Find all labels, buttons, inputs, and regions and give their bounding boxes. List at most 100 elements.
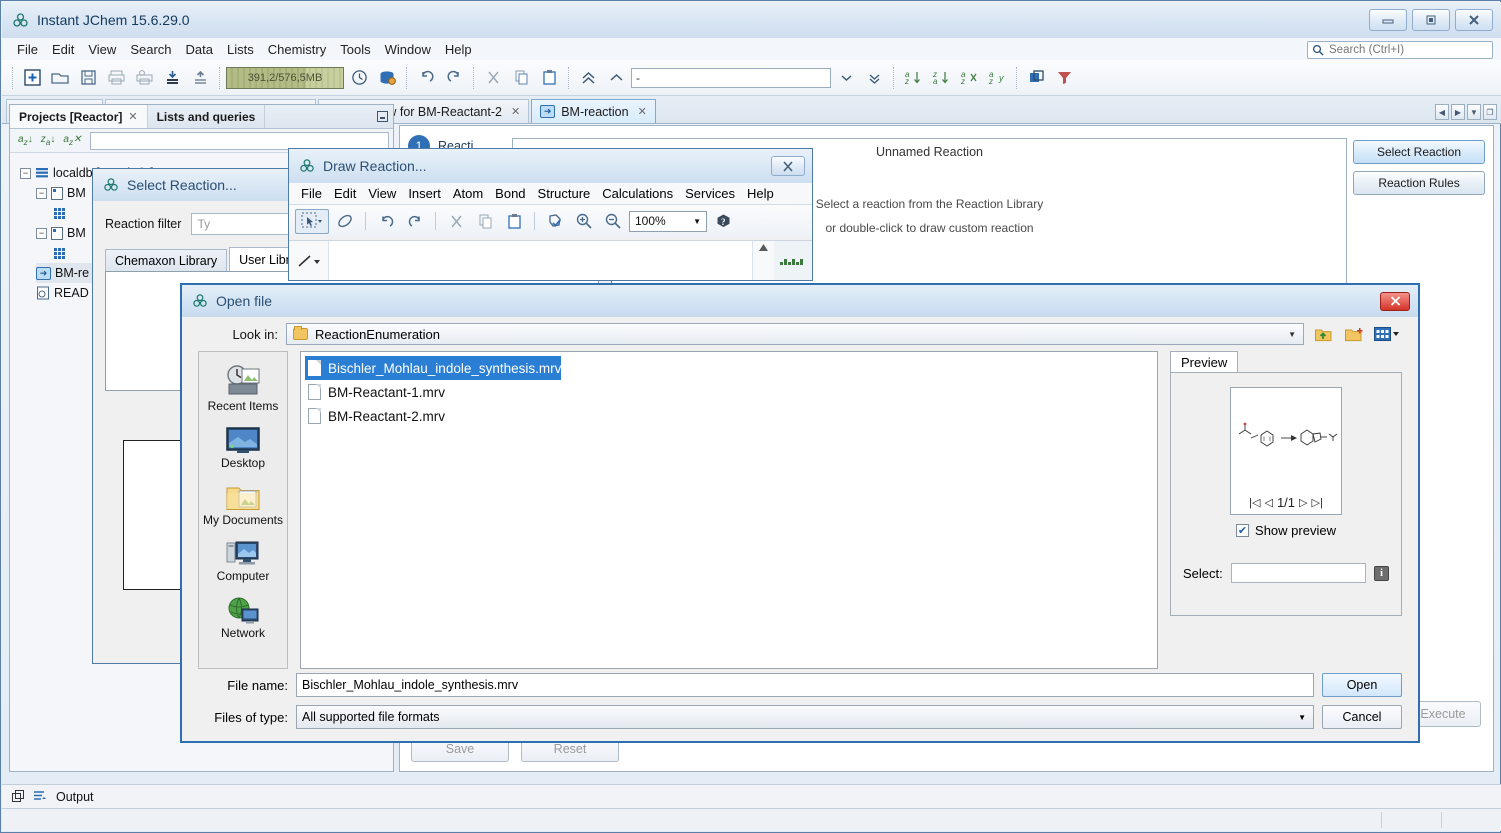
tab-list-icon[interactable]: ▼ <box>1467 104 1481 120</box>
draw-menu-structure[interactable]: Structure <box>532 184 597 203</box>
filter-icon[interactable] <box>1051 65 1077 91</box>
sort-clear-icon[interactable]: az <box>956 65 982 91</box>
draw-menu-help[interactable]: Help <box>741 184 780 203</box>
toolbar-combo[interactable]: - <box>631 68 831 88</box>
collapse-all-icon[interactable] <box>575 65 601 91</box>
print-icon[interactable] <box>103 65 129 91</box>
expand-down-icon[interactable] <box>861 65 887 91</box>
canvas-scrollbar[interactable] <box>752 241 774 280</box>
sort-custom-icon[interactable]: azy <box>984 65 1010 91</box>
menu-edit[interactable]: Edit <box>45 40 81 59</box>
undo-icon[interactable] <box>373 209 399 234</box>
minimize-button[interactable] <box>1369 9 1407 31</box>
close-icon[interactable]: ✕ <box>511 105 520 118</box>
global-search-input[interactable]: Search (Ctrl+I) <box>1307 41 1493 59</box>
look-in-select[interactable]: ReactionEnumeration ▼ <box>286 323 1304 345</box>
copy-icon[interactable] <box>472 209 498 234</box>
select-input[interactable] <box>1231 563 1366 583</box>
place-computer[interactable]: Computer <box>200 540 286 584</box>
sort-za-icon[interactable]: za <box>928 65 954 91</box>
place-recent-items[interactable]: Recent Items <box>200 362 286 414</box>
up-folder-icon[interactable] <box>1312 323 1334 345</box>
menu-chemistry[interactable]: Chemistry <box>261 40 334 59</box>
paste-icon[interactable] <box>501 209 527 234</box>
expander-icon[interactable]: − <box>36 228 47 239</box>
draw-menu-atom[interactable]: Atom <box>447 184 489 203</box>
select-reaction-button[interactable]: Select Reaction <box>1353 140 1485 164</box>
zoom-in-icon[interactable] <box>571 209 597 234</box>
file-row-0[interactable]: Bischler_Mohlau_indole_synthesis.mrv <box>305 356 561 380</box>
output-label[interactable]: Output <box>56 790 94 804</box>
close-icon[interactable]: ✕ <box>128 110 137 123</box>
expander-icon[interactable]: − <box>20 168 31 179</box>
clean-icon[interactable] <box>542 209 568 234</box>
menu-file[interactable]: File <box>10 40 45 59</box>
panel-tab-lists-queries[interactable]: Lists and queries <box>148 105 266 128</box>
open-icon[interactable] <box>47 65 73 91</box>
files-of-type-select[interactable]: All supported file formats ▼ <box>296 705 1314 729</box>
show-preview-checkbox[interactable]: ✔ <box>1236 524 1249 537</box>
draw-menu-calculations[interactable]: Calculations <box>596 184 679 203</box>
draw-canvas-surface[interactable] <box>329 241 752 280</box>
export-icon[interactable] <box>187 65 213 91</box>
zoom-level-select[interactable]: 100% ▼ <box>629 211 707 232</box>
draw-reaction-canvas-area[interactable] <box>289 240 812 280</box>
cancel-button[interactable]: Cancel <box>1322 705 1402 729</box>
new-icon[interactable] <box>19 65 45 91</box>
menu-window[interactable]: Window <box>378 40 438 59</box>
close-button[interactable] <box>771 156 805 176</box>
chevron-down-icon[interactable] <box>833 65 859 91</box>
draw-menu-bond[interactable]: Bond <box>489 184 531 203</box>
redo-icon[interactable] <box>402 209 428 234</box>
tab-scroll-right-icon[interactable]: ▶ <box>1451 104 1465 120</box>
print-preview-icon[interactable] <box>131 65 157 91</box>
place-network[interactable]: Network <box>200 597 286 641</box>
tab-preview[interactable]: Preview <box>1170 351 1238 372</box>
draw-menu-services[interactable]: Services <box>679 184 741 203</box>
panel-tab-projects[interactable]: Projects [Reactor] ✕ <box>10 105 148 128</box>
close-icon[interactable]: ✕ <box>638 105 647 118</box>
sort-clear-icon[interactable]: az✕ <box>61 134 83 147</box>
window-icon[interactable] <box>1023 65 1049 91</box>
file-row-1[interactable]: BM-Reactant-1.mrv <box>305 380 445 404</box>
import-icon[interactable] <box>159 65 185 91</box>
place-my-documents[interactable]: My Documents <box>200 484 286 528</box>
help-icon[interactable]: ? <box>710 209 736 234</box>
cut-icon[interactable] <box>443 209 469 234</box>
zoom-out-icon[interactable] <box>600 209 626 234</box>
bond-single-icon[interactable] <box>289 241 329 280</box>
tab-scroll-left-icon[interactable]: ◀ <box>1435 104 1449 120</box>
panel-minimize-icon[interactable] <box>371 105 393 128</box>
close-button[interactable] <box>1455 9 1493 31</box>
preview-nav-first-icon[interactable]: |◁ <box>1249 496 1260 509</box>
info-icon[interactable]: i <box>1374 566 1389 581</box>
copy-icon[interactable] <box>508 65 534 91</box>
select-icon[interactable] <box>295 209 329 234</box>
cut-icon[interactable] <box>480 65 506 91</box>
memory-gauge[interactable]: 391,2/576,5MB <box>226 67 344 89</box>
sort-az-icon[interactable]: az <box>900 65 926 91</box>
preview-nav-last-icon[interactable]: ▷| <box>1312 496 1323 509</box>
eraser-icon[interactable] <box>332 209 358 234</box>
new-folder-icon[interactable] <box>1342 323 1364 345</box>
clock-icon[interactable] <box>346 65 372 91</box>
sort-az-icon[interactable]: az↓ <box>16 134 35 147</box>
periodic-table-icon[interactable] <box>774 241 812 280</box>
draw-menu-edit[interactable]: Edit <box>328 184 362 203</box>
draw-menu-file[interactable]: File <box>295 184 328 203</box>
close-button[interactable] <box>1380 292 1410 311</box>
reaction-rules-button[interactable]: Reaction Rules <box>1353 171 1485 195</box>
draw-menu-view[interactable]: View <box>362 184 402 203</box>
file-name-input[interactable]: Bischler_Mohlau_indole_synthesis.mrv <box>296 673 1314 697</box>
tab-bm-reaction[interactable]: ➜ BM-reaction ✕ <box>531 99 656 123</box>
draw-menu-insert[interactable]: Insert <box>402 184 447 203</box>
menu-search[interactable]: Search <box>123 40 178 59</box>
sort-za-icon[interactable]: za↓ <box>39 134 58 147</box>
file-list[interactable]: Bischler_Mohlau_indole_synthesis.mrv BM-… <box>300 351 1158 669</box>
save-icon[interactable] <box>75 65 101 91</box>
undo-icon[interactable] <box>413 65 439 91</box>
menu-view[interactable]: View <box>81 40 123 59</box>
tab-chemaxon-library[interactable]: Chemaxon Library <box>105 249 227 271</box>
menu-data[interactable]: Data <box>179 40 220 59</box>
collapse-icon[interactable] <box>603 65 629 91</box>
